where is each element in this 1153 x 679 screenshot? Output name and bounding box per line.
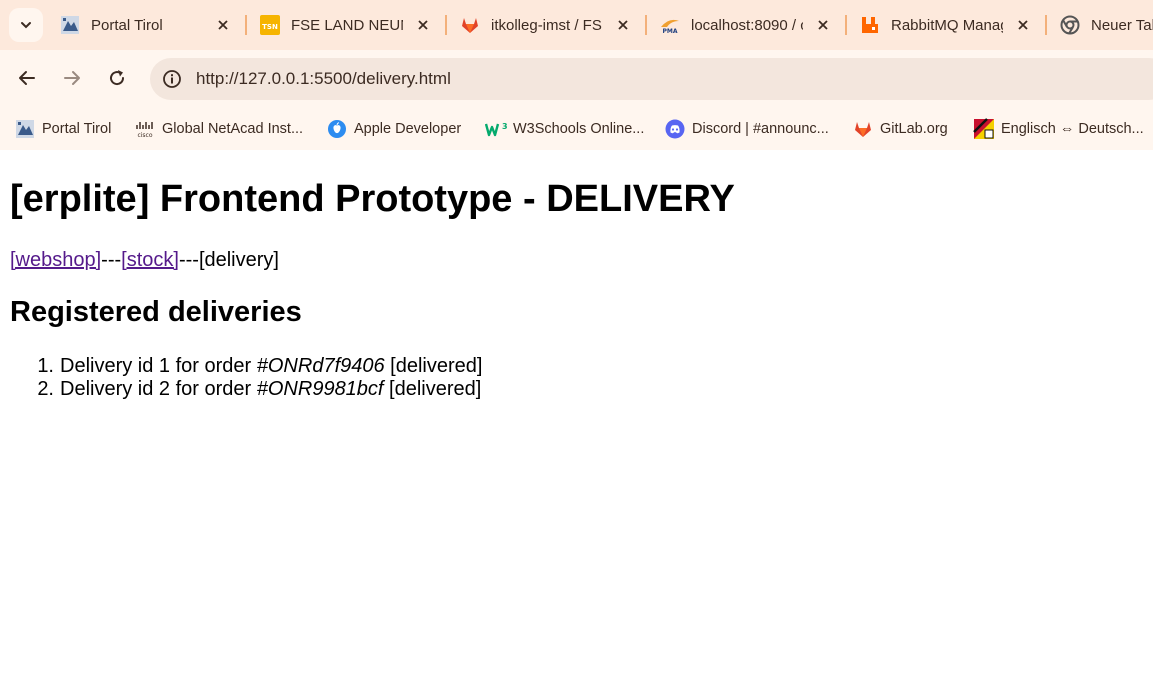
rabbitmq-icon — [859, 14, 881, 36]
tsn-icon: TSN — [259, 14, 281, 36]
tab-title: itkolleg-imst / FS — [491, 16, 602, 34]
tab-neuer-tab[interactable]: Neuer Tab — [1059, 6, 1153, 44]
bookmark-gitlab[interactable]: GitLab.org — [852, 115, 948, 143]
tab-search-button[interactable] — [9, 8, 43, 42]
bookmark-label: W3Schools Online... — [513, 121, 645, 137]
address-bar[interactable]: http://127.0.0.1:5500/delivery.html — [150, 58, 1153, 100]
tab-localhost-8090[interactable]: PMA localhost:8090 / c — [659, 6, 831, 44]
url-text[interactable]: http://127.0.0.1:5500/delivery.html — [196, 69, 451, 89]
portal-tirol-icon — [14, 118, 36, 140]
order-id: #ONRd7f9406 — [256, 355, 385, 377]
close-icon[interactable] — [615, 17, 631, 33]
toolbar: http://127.0.0.1:5500/delivery.html — [0, 50, 1153, 108]
w3schools-icon: 3 — [485, 118, 507, 140]
gitlab-icon — [852, 118, 874, 140]
forward-button[interactable] — [57, 63, 87, 93]
tab-separator — [445, 15, 447, 35]
list-number: 2. — [37, 378, 54, 400]
close-icon[interactable] — [215, 17, 231, 33]
section-title: Registered deliveries — [10, 296, 302, 328]
apple-icon — [326, 118, 348, 140]
bookmark-apple-developer[interactable]: Apple Developer — [326, 115, 461, 143]
delivery-text: Delivery id 1 for order — [60, 355, 257, 377]
portal-tirol-icon — [59, 14, 81, 36]
delivery-list: 1. Delivery id 1 for order #ONRd7f9406 [d… — [10, 355, 482, 401]
stock-link[interactable]: [stock] — [121, 249, 179, 271]
tab-title: RabbitMQ Manag — [891, 16, 1003, 34]
page-title: [erplite] Frontend Prototype - DELIVERY — [10, 178, 735, 220]
bookmarks-bar: Portal Tirol cisco Global NetAcad Inst..… — [0, 108, 1153, 150]
bookmark-label: Apple Developer — [354, 121, 462, 137]
back-button[interactable] — [12, 63, 42, 93]
list-number: 1. — [37, 355, 54, 377]
bookmark-label: Portal Tirol — [42, 121, 112, 137]
page-nav: [webshop]---[stock]---[delivery] — [10, 249, 279, 272]
bookmark-dictionary[interactable]: Englisch ⇔ Deutsch... — [973, 115, 1144, 143]
bookmark-global-netacad[interactable]: cisco Global NetAcad Inst... — [134, 115, 303, 143]
close-icon[interactable] — [415, 17, 431, 33]
tab-rabbitmq[interactable]: RabbitMQ Manag — [859, 6, 1031, 44]
phpmyadmin-icon: PMA — [659, 14, 681, 36]
nav-separator: --- — [178, 249, 199, 271]
delivery-status: [delivered] — [383, 378, 482, 400]
svg-text:TSN: TSN — [262, 23, 278, 31]
delivery-text: Delivery id 2 for order — [60, 378, 257, 400]
cisco-icon: cisco — [134, 118, 156, 140]
bookmark-label: Discord | #announc... — [692, 121, 829, 137]
arrow-left-icon — [19, 71, 35, 85]
gitlab-icon — [459, 14, 481, 36]
info-icon[interactable] — [160, 67, 184, 91]
list-item: 2. Delivery id 2 for order #ONR9981bcf [d… — [10, 378, 482, 401]
list-item: 1. Delivery id 1 for order #ONRd7f9406 [d… — [10, 355, 482, 378]
order-id: #ONR9981bcf — [256, 378, 384, 400]
chevron-down-icon — [21, 22, 31, 29]
bookmark-label: GitLab.org — [880, 121, 948, 137]
tab-title: Neuer Tab — [1091, 16, 1153, 34]
arrow-right-icon — [64, 71, 80, 85]
tab-separator — [845, 15, 847, 35]
delivery-status: [delivered] — [384, 355, 483, 377]
webshop-link[interactable]: [webshop] — [10, 249, 101, 271]
svg-text:PMA: PMA — [662, 28, 677, 35]
bookmark-portal-tirol[interactable]: Portal Tirol — [14, 115, 111, 143]
bookmark-w3schools[interactable]: 3 W3Schools Online... — [485, 115, 644, 143]
tab-fse-land-neun[interactable]: TSN FSE LAND NEUN — [259, 6, 431, 44]
bookmark-label: Englisch ⇔ Deutsch... — [1001, 121, 1144, 137]
svg-text:3: 3 — [502, 122, 507, 131]
dictionary-icon — [973, 118, 995, 140]
tab-separator — [1045, 15, 1047, 35]
reload-button[interactable] — [102, 63, 132, 93]
nav-separator: --- — [101, 249, 122, 271]
tab-strip: Portal Tirol TSN FSE LAND NEUN itkolleg-… — [0, 0, 1153, 50]
chrome-icon — [1059, 14, 1081, 36]
close-icon[interactable] — [1015, 17, 1031, 33]
svg-text:cisco: cisco — [137, 132, 152, 139]
tab-separator — [245, 15, 247, 35]
tab-separator — [645, 15, 647, 35]
tab-title: FSE LAND NEUN — [291, 16, 403, 34]
bookmark-discord[interactable]: Discord | #announc... — [664, 115, 829, 143]
discord-icon — [664, 118, 686, 140]
delivery-current: [delivery] — [198, 249, 279, 271]
bookmark-label: Global NetAcad Inst... — [162, 121, 304, 137]
tab-title: Portal Tirol — [91, 16, 163, 34]
tab-portal-tirol[interactable]: Portal Tirol — [59, 6, 231, 44]
tab-itkolleg-imst[interactable]: itkolleg-imst / FS — [459, 6, 631, 44]
reload-icon — [110, 70, 125, 86]
tab-title: localhost:8090 / c — [691, 16, 803, 34]
close-icon[interactable] — [815, 17, 831, 33]
